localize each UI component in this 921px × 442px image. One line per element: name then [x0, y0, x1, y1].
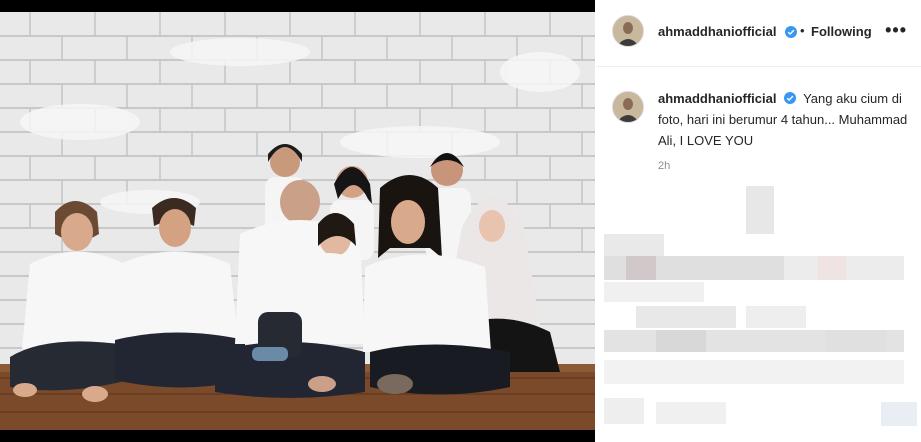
- post-timestamp: 2h: [658, 160, 671, 172]
- following-button[interactable]: Following: [811, 24, 872, 39]
- caption-avatar[interactable]: [612, 91, 644, 123]
- post-header: ahmaddhaniofficial • Following •••: [596, 0, 921, 67]
- family-photo-image: [0, 12, 595, 430]
- username-link[interactable]: ahmaddhaniofficial: [658, 24, 776, 39]
- post-photo[interactable]: [0, 0, 595, 442]
- avatar[interactable]: [612, 15, 644, 47]
- caption-text-block: ahmaddhaniofficial Yang aku cium di foto…: [658, 88, 916, 151]
- verified-badge-icon: [785, 26, 797, 38]
- profile-picture-icon: [613, 92, 643, 122]
- separator-dot: •: [800, 23, 805, 38]
- more-horizontal-icon[interactable]: •••: [885, 20, 907, 41]
- verified-badge-icon: [784, 92, 797, 104]
- blurred-comments-area: [596, 180, 921, 442]
- post-details-panel: ahmaddhaniofficial • Following ••• ahmad…: [596, 0, 921, 442]
- caption-username-link[interactable]: ahmaddhaniofficial: [658, 91, 776, 106]
- profile-picture-icon: [613, 16, 643, 46]
